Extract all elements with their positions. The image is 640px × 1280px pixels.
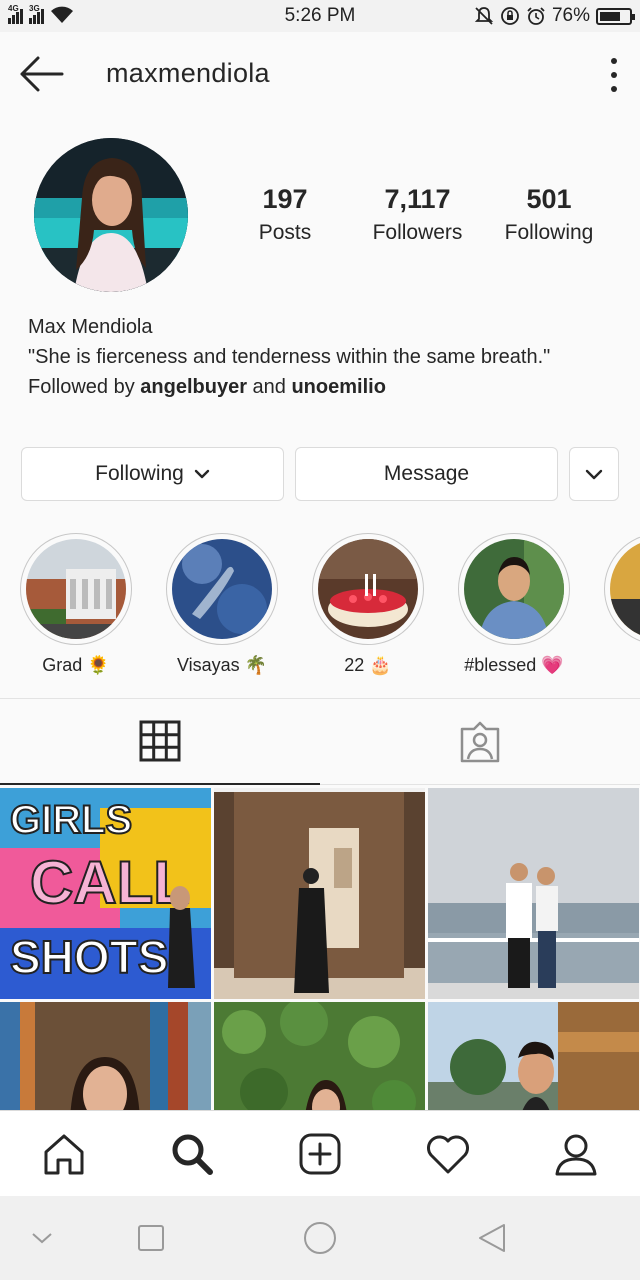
system-recents-button[interactable]: [129, 1216, 173, 1260]
system-home-button[interactable]: [298, 1216, 342, 1260]
system-back-button[interactable]: [470, 1216, 514, 1260]
arrow-left-icon: [20, 56, 64, 92]
post-thumbnail[interactable]: [428, 788, 639, 999]
post-thumbnail[interactable]: [428, 1002, 639, 1110]
profile-bio: Max Mendiola "She is fierceness and tend…: [28, 312, 628, 402]
followed-by-user-link[interactable]: unoemilio: [291, 376, 385, 398]
square-icon: [138, 1225, 164, 1251]
followed-by: Followed by angelbuyer and unoemilio: [28, 376, 386, 398]
avatar[interactable]: [34, 138, 188, 292]
grid-icon: [139, 720, 181, 762]
status-bar: 4G 3G 5:26 PM 76%: [0, 0, 640, 32]
highlight-label: Pa: [595, 655, 640, 676]
add-post-icon: [299, 1133, 341, 1174]
profile-icon: [555, 1134, 597, 1175]
posts-grid: GIRLS CALL SHOTS: [0, 788, 640, 1110]
following-button-label: Following: [95, 462, 184, 485]
tab-grid[interactable]: [0, 699, 320, 785]
profile-stats: 197 Posts 7,117 Followers 501 Following: [220, 184, 630, 245]
circle-icon: [304, 1222, 336, 1254]
highlight-item[interactable]: Pa: [595, 533, 640, 676]
post-thumbnail[interactable]: GIRLS CALL SHOTS: [0, 788, 211, 999]
highlight-cover: [318, 539, 418, 639]
chevron-down-icon: [585, 469, 603, 479]
nav-home[interactable]: [32, 1122, 96, 1186]
system-navigation-bar: [0, 1196, 640, 1280]
followers-stat[interactable]: 7,117 Followers: [350, 184, 485, 245]
highlight-cover: [172, 539, 272, 639]
nav-add-post[interactable]: [288, 1122, 352, 1186]
nav-profile[interactable]: [544, 1122, 608, 1186]
status-right: 76%: [474, 5, 635, 27]
highlight-label: Grad 🌻: [42, 655, 110, 675]
nav-search[interactable]: [160, 1122, 224, 1186]
post-thumbnail[interactable]: [0, 1002, 211, 1110]
story-highlights: Grad 🌻 Visayas 🌴 22 🎂 #blessed 💗: [0, 533, 640, 683]
svg-text:CALL: CALL: [30, 849, 190, 916]
highlight-item[interactable]: #blessed 💗: [449, 533, 579, 676]
page-title: maxmendiola: [106, 58, 270, 88]
battery-percent: 76%: [551, 5, 590, 26]
posts-label: Posts: [258, 221, 312, 244]
nav-activity[interactable]: [416, 1122, 480, 1186]
svg-text:GIRLS: GIRLS: [10, 798, 132, 842]
bottom-navigation: [0, 1110, 640, 1196]
home-icon: [44, 1134, 84, 1174]
tagged-user-icon: [460, 721, 500, 762]
profile-tabs: [0, 699, 640, 785]
highlight-label: 22 🎂: [344, 655, 392, 675]
battery-icon: [596, 7, 635, 25]
posts-stat[interactable]: 197 Posts: [220, 184, 350, 245]
following-label: Following: [504, 221, 594, 244]
highlight-label: #blessed 💗: [464, 655, 564, 675]
highlight-cover: [26, 539, 126, 639]
message-button-label: Message: [383, 462, 470, 485]
heart-icon: [427, 1135, 469, 1173]
following-stat[interactable]: 501 Following: [485, 184, 613, 245]
more-vertical-icon: [611, 58, 617, 64]
highlight-cover: [610, 539, 640, 639]
suggested-accounts-button[interactable]: [569, 447, 619, 501]
avatar-photo: [34, 138, 188, 292]
message-button[interactable]: Message: [295, 447, 558, 501]
chevron-down-icon: [194, 469, 210, 479]
post-thumbnail[interactable]: [214, 1002, 425, 1110]
system-collapse-button[interactable]: [20, 1216, 64, 1260]
search-icon: [172, 1134, 213, 1175]
tab-tagged[interactable]: [320, 699, 640, 785]
profile-header: maxmendiola: [0, 32, 640, 120]
post-thumbnail[interactable]: [214, 788, 425, 999]
rotation-lock-icon: [501, 7, 519, 25]
posts-count: 197: [262, 184, 308, 214]
more-options-button[interactable]: [608, 58, 620, 92]
following-button[interactable]: Following: [21, 447, 284, 501]
followed-by-user-link[interactable]: angelbuyer: [140, 376, 247, 398]
following-count: 501: [526, 184, 572, 214]
highlight-item[interactable]: Grad 🌻: [11, 533, 141, 676]
profile-name: Max Mendiola: [28, 316, 153, 338]
bio-text: "She is fierceness and tenderness within…: [28, 346, 551, 368]
followers-label: Followers: [372, 221, 463, 244]
followers-count: 7,117: [384, 184, 451, 214]
back-button[interactable]: [16, 54, 68, 94]
highlight-cover: [464, 539, 564, 639]
triangle-back-icon: [479, 1224, 505, 1252]
chevron-down-icon: [32, 1233, 52, 1244]
mute-bell-icon: [474, 7, 494, 25]
highlight-item[interactable]: 22 🎂: [303, 533, 433, 676]
svg-text:SHOTS: SHOTS: [10, 931, 168, 983]
highlight-item[interactable]: Visayas 🌴: [157, 533, 287, 676]
alarm-icon: [527, 7, 545, 25]
highlight-label: Visayas 🌴: [176, 655, 268, 675]
